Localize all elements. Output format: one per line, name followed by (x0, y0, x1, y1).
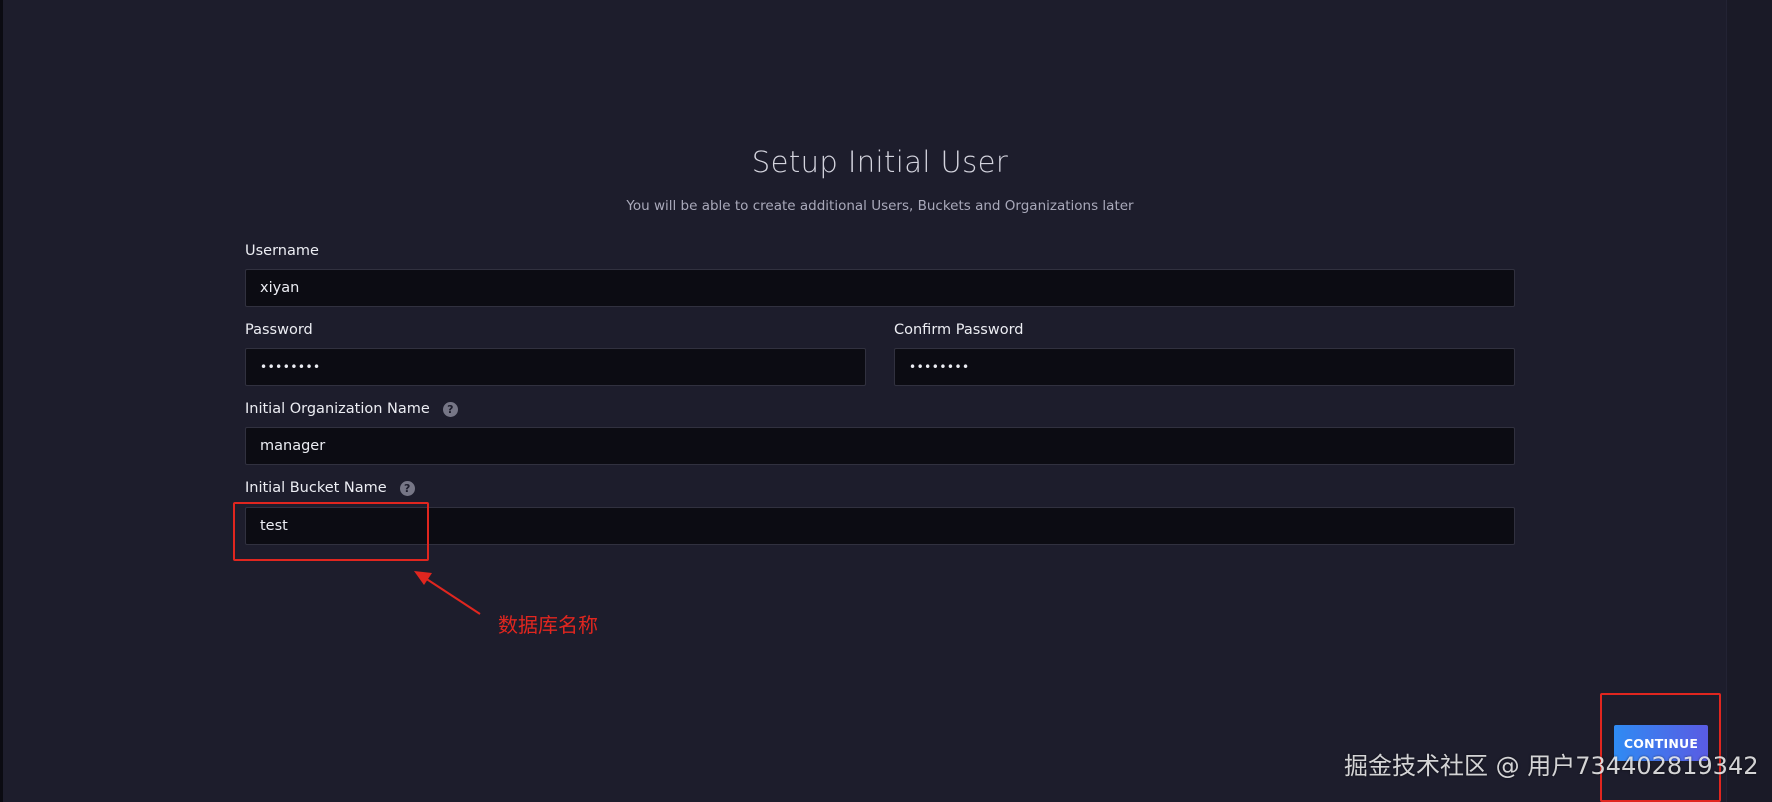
username-input[interactable]: xiyan (245, 269, 1515, 307)
question-circle-icon[interactable]: ? (399, 480, 415, 496)
question-circle-icon[interactable]: ? (442, 401, 458, 417)
confirm-password-label-text: Confirm Password (894, 322, 1024, 338)
page-title: Setup Initial User (751, 145, 1009, 179)
annotation-text: 数据库名称 (498, 613, 598, 637)
username-label: Username (245, 243, 319, 259)
username-label-text: Username (245, 243, 319, 259)
organization-label: Initial Organization Name ? (245, 401, 458, 417)
setup-page: Setup Initial User You will be able to c… (0, 0, 1772, 802)
password-value: •••••••• (260, 360, 321, 374)
page-subtitle: You will be able to create additional Us… (626, 198, 1134, 214)
left-edge (0, 0, 3, 802)
organization-value: manager (260, 438, 326, 454)
right-edge-panel (1726, 0, 1772, 802)
username-value: xiyan (260, 280, 300, 296)
password-label: Password (245, 322, 313, 338)
confirm-password-value: •••••••• (909, 360, 970, 374)
password-input[interactable]: •••••••• (245, 348, 866, 386)
organization-input[interactable]: manager (245, 427, 1515, 465)
annotation-box-bucket (233, 502, 429, 561)
bucket-input[interactable]: test (245, 507, 1515, 545)
organization-label-text: Initial Organization Name (245, 401, 430, 417)
bucket-label: Initial Bucket Name ? (245, 480, 415, 496)
confirm-password-label: Confirm Password (894, 322, 1024, 338)
annotation-arrow-icon (414, 571, 481, 615)
watermark: 掘金技术社区 @ 用户734402819342 (1344, 752, 1759, 780)
confirm-password-input[interactable]: •••••••• (894, 348, 1515, 386)
password-label-text: Password (245, 322, 313, 338)
bucket-label-text: Initial Bucket Name (245, 480, 387, 496)
